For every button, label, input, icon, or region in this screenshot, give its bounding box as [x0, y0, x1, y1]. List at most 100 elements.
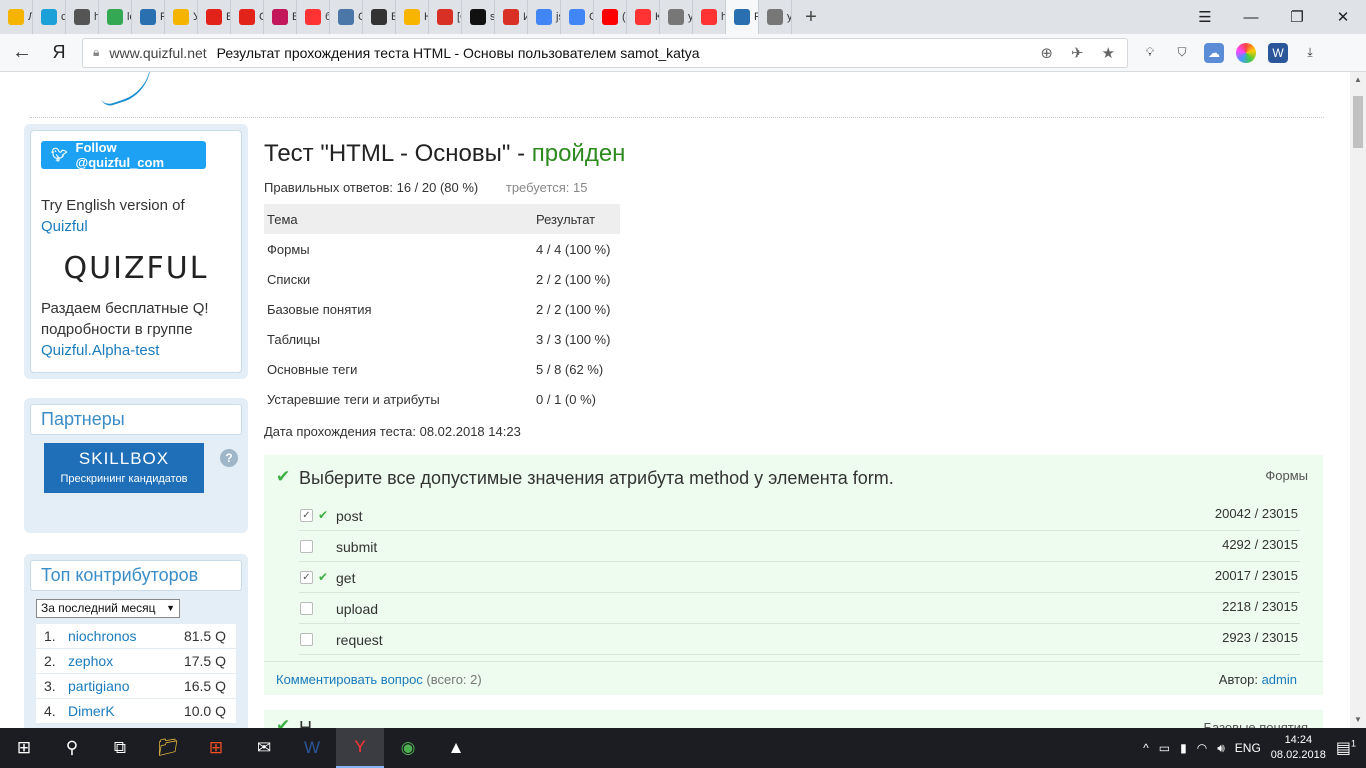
browser-tab[interactable]: В: [198, 0, 231, 34]
browser-tab[interactable]: h: [693, 0, 726, 34]
sidebar-partners-box: Партнеры SKILLBOX Прескрининг кандидатов…: [24, 398, 248, 533]
answer-checkbox[interactable]: ✓: [300, 571, 313, 584]
task-view-icon[interactable]: ⧉: [96, 728, 144, 768]
url-page-title: Результат прохождения теста HTML - Основ…: [216, 44, 700, 61]
contributor-rank: 4.: [44, 703, 56, 719]
browser-tab[interactable]: [С: [429, 0, 462, 34]
answer-checkbox[interactable]: [300, 633, 313, 646]
answer-checkbox[interactable]: [300, 602, 313, 615]
clock[interactable]: 14:24 08.02.2018: [1271, 733, 1326, 763]
alpha-test-link[interactable]: Quizful.Alpha-test: [41, 342, 159, 359]
store-icon[interactable]: ⊞: [192, 728, 240, 768]
yandex-browser-icon[interactable]: Y: [336, 728, 384, 768]
browser-tab[interactable]: у: [759, 0, 792, 34]
browser-tab[interactable]: s: [462, 0, 495, 34]
correct-check-icon: ✔: [276, 716, 291, 728]
comment-question-link[interactable]: Комментировать вопрос (всего: 2): [276, 672, 482, 687]
contributor-link[interactable]: niochronos: [68, 628, 176, 644]
browser-tab[interactable]: js: [528, 0, 561, 34]
minimize-button[interactable]: —: [1228, 0, 1274, 34]
lightbulb-icon[interactable]: 💡︎: [1140, 43, 1160, 63]
back-button[interactable]: ←: [0, 34, 44, 72]
question-2-topic: Базовые понятия: [1203, 720, 1309, 728]
english-version-link[interactable]: Quizful: [41, 218, 88, 235]
contributor-row: 4. DimerK 10.0 Q: [36, 699, 236, 724]
download-icon[interactable]: ⤓: [1300, 43, 1320, 63]
test-status: пройден: [531, 140, 626, 167]
page-scrollbar[interactable]: ▲ ▼: [1350, 72, 1366, 728]
url-domain: www.quizful.net: [109, 44, 207, 61]
photos-icon[interactable]: ▲: [432, 728, 480, 768]
chrome-icon[interactable]: ◉: [384, 728, 432, 768]
file-explorer-icon[interactable]: 📁︎: [144, 728, 192, 768]
close-window-button[interactable]: ✕: [1320, 0, 1366, 34]
color-picker-icon[interactable]: [1236, 42, 1256, 63]
table-row: Таблицы 3 / 3 (100 %): [264, 324, 620, 354]
browser-tab[interactable]: Н: [396, 0, 429, 34]
volume-icon[interactable]: 🔊︎: [1217, 741, 1225, 756]
notification-count: 1: [1350, 738, 1356, 749]
battery-icon[interactable]: ▮: [1180, 741, 1187, 755]
question-footer: Комментировать вопрос (всего: 2) Автор: …: [264, 661, 1323, 695]
word-icon[interactable]: W: [1268, 42, 1288, 63]
contributor-link[interactable]: DimerK: [68, 703, 176, 719]
browser-tab[interactable]: у: [660, 0, 693, 34]
contributor-link[interactable]: partigiano: [68, 678, 176, 694]
browser-tab[interactable]: С: [330, 0, 363, 34]
browser-tab[interactable]: б: [297, 0, 330, 34]
browser-tab[interactable]: G: [561, 0, 594, 34]
quizful-logo[interactable]: QUIZFUL: [31, 251, 241, 286]
url-field[interactable]: 🔒︎ www.quizful.net Результат прохождения…: [82, 37, 1128, 68]
word-icon[interactable]: W: [288, 728, 336, 768]
answer-checkbox[interactable]: ✓: [300, 509, 313, 522]
browser-tab[interactable]: В: [264, 0, 297, 34]
network-drive-icon[interactable]: ▭: [1159, 741, 1170, 755]
wifi-icon[interactable]: ◠: [1197, 741, 1207, 755]
period-select[interactable]: За последний месяц ▼: [36, 599, 180, 618]
yandex-logo[interactable]: Я: [44, 42, 74, 63]
twitter-follow-button[interactable]: 🐦︎ Follow @quizful_com: [41, 140, 206, 170]
author-link[interactable]: admin: [1262, 672, 1297, 687]
cloud-icon[interactable]: ☁: [1204, 42, 1224, 63]
reader-icon[interactable]: ✈: [1071, 44, 1084, 62]
chevron-up-icon[interactable]: ^: [1143, 741, 1149, 755]
help-icon[interactable]: ?: [220, 449, 238, 467]
answer-checkbox[interactable]: [300, 540, 313, 553]
table-header-topic: Тема: [264, 204, 533, 234]
browser-tab[interactable]: cisco: [33, 0, 66, 34]
new-tab-button[interactable]: +: [792, 0, 830, 34]
skillbox-banner[interactable]: SKILLBOX Прескрининг кандидатов: [44, 443, 204, 493]
translate-icon[interactable]: ⊕: [1040, 44, 1053, 62]
scroll-up-icon[interactable]: ▲: [1350, 72, 1366, 88]
browser-tab[interactable]: Л: [0, 0, 33, 34]
windows-start-icon[interactable]: ⊞: [0, 728, 48, 768]
browser-tab[interactable]: le: [99, 0, 132, 34]
browser-tab[interactable]: К: [627, 0, 660, 34]
browser-tab[interactable]: (4: [594, 0, 627, 34]
language-indicator[interactable]: ENG: [1235, 741, 1261, 755]
table-header-result: Результат: [533, 204, 620, 234]
browser-tab[interactable]: Р: [726, 0, 759, 34]
browser-tab[interactable]: И: [495, 0, 528, 34]
scroll-down-icon[interactable]: ▼: [1350, 712, 1366, 728]
contributor-link[interactable]: zephox: [68, 653, 176, 669]
test-result-title: Тест "HTML - Основы" - пройден: [264, 140, 625, 168]
scrollbar-thumb[interactable]: [1353, 96, 1363, 148]
answer-option: upload 2218 / 23015: [299, 593, 1300, 624]
yandex-icon: [635, 9, 651, 25]
pocket-icon[interactable]: ⛉: [1172, 43, 1192, 63]
restore-button[interactable]: ❐: [1274, 0, 1320, 34]
notification-icon[interactable]: ▤1: [1336, 738, 1356, 758]
bookmark-star-icon[interactable]: ★: [1102, 44, 1115, 62]
twitter-bird-icon: 🐦︎: [51, 147, 68, 162]
browser-tab[interactable]: У: [165, 0, 198, 34]
browser-tab[interactable]: С: [231, 0, 264, 34]
browser-tab[interactable]: Р: [132, 0, 165, 34]
search-icon[interactable]: ⚲: [48, 728, 96, 768]
mail-icon[interactable]: ✉: [240, 728, 288, 768]
browser-tab[interactable]: h: [66, 0, 99, 34]
answer-stats: 4292 / 23015: [1222, 537, 1298, 552]
tab-list-icon[interactable]: ☰: [1182, 0, 1228, 34]
browser-tab[interactable]: Б: [363, 0, 396, 34]
question-2-text: Н: [299, 718, 312, 728]
